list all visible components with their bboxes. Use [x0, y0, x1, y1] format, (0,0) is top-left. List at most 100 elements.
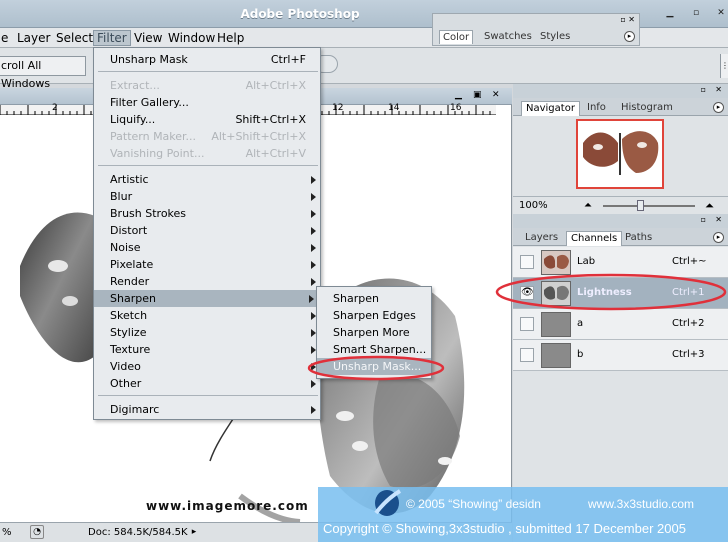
- submenu-item-sharpen[interactable]: Sharpen: [317, 290, 433, 307]
- menu-item-blur[interactable]: Blur: [94, 188, 322, 205]
- menu-item-label: Sharpen Edges: [333, 309, 416, 322]
- menu-item-extract: Extract... Alt+Ctrl+X: [94, 77, 322, 94]
- tab-navigator[interactable]: Navigator: [521, 101, 580, 116]
- tab-styles[interactable]: Styles: [537, 30, 573, 44]
- navigator-thumbnail[interactable]: [576, 119, 664, 189]
- channel-row-lightness[interactable]: 👁 Lightness Ctrl+1: [513, 278, 728, 309]
- eye-icon[interactable]: 👁: [520, 286, 534, 300]
- zoom-out-icon[interactable]: ⏶: [584, 200, 592, 211]
- channel-shortcut: Ctrl+3: [672, 349, 705, 360]
- menu-item-stylize[interactable]: Stylize: [94, 324, 322, 341]
- menu-item-label: Pixelate: [110, 258, 154, 271]
- menu-separator: [98, 165, 318, 166]
- menu-item-liquify[interactable]: Liquify... Shift+Ctrl+X: [94, 111, 322, 128]
- menu-item-sketch[interactable]: Sketch: [94, 307, 322, 324]
- menu-item-label: Stylize: [110, 326, 147, 339]
- tab-swatches[interactable]: Swatches: [481, 30, 535, 44]
- menu-item-label: Sharpen: [110, 292, 156, 305]
- channels-minimize-icon[interactable]: ▫: [701, 215, 706, 224]
- filter-menu: Unsharp Mask Ctrl+F Extract... Alt+Ctrl+X …: [93, 47, 321, 420]
- menu-item-pixelate[interactable]: Pixelate: [94, 256, 322, 273]
- menu-item-shortcut: Alt+Shift+Ctrl+X: [211, 130, 306, 143]
- menu-item-pattern-maker: Pattern Maker... Alt+Shift+Ctrl+X: [94, 128, 322, 145]
- submenu-item-sharpen-more[interactable]: Sharpen More: [317, 324, 433, 341]
- zoom-in-icon[interactable]: ⏶: [705, 199, 714, 213]
- doc-close-icon[interactable]: ✕: [492, 90, 500, 100]
- channel-thumbnail: [541, 281, 571, 306]
- submenu-item-unsharp-mask[interactable]: Unsharp Mask...: [317, 358, 431, 375]
- visibility-toggle[interactable]: [520, 348, 534, 362]
- menu-item-vanishing-point: Vanishing Point... Alt+Ctrl+V: [94, 145, 322, 162]
- menu-item-video[interactable]: Video: [94, 358, 322, 375]
- visibility-toggle[interactable]: [520, 317, 534, 331]
- menu-layer[interactable]: Layer: [14, 30, 53, 46]
- scroll-all-windows-button[interactable]: croll All Windows: [0, 56, 86, 90]
- submenu-arrow-icon: [311, 406, 316, 414]
- submenu-arrow-icon: [311, 227, 316, 235]
- zoom-value[interactable]: 100%: [519, 200, 548, 211]
- channel-thumbnail: [541, 250, 571, 275]
- tab-histogram[interactable]: Histogram: [617, 101, 677, 116]
- visibility-toggle[interactable]: [520, 255, 534, 269]
- menu-item-texture[interactable]: Texture: [94, 341, 322, 358]
- options-grip-icon[interactable]: ⋮: [720, 54, 728, 78]
- menu-item-brush-strokes[interactable]: Brush Strokes: [94, 205, 322, 222]
- status-zoom[interactable]: %: [2, 527, 12, 538]
- channels-tabs: Layers Channels Paths ▸: [513, 228, 728, 246]
- menu-window[interactable]: Window: [165, 30, 218, 46]
- menu-separator: [98, 71, 318, 72]
- close-button[interactable]: ✕: [714, 7, 728, 20]
- menu-item-label: Sketch: [110, 309, 148, 322]
- menu-item-digimarc[interactable]: Digimarc: [94, 401, 322, 418]
- menu-item-label: Unsharp Mask...: [333, 360, 422, 373]
- menu-item-noise[interactable]: Noise: [94, 239, 322, 256]
- studio-logo-icon: [374, 489, 402, 516]
- menu-filter[interactable]: Filter: [93, 30, 131, 46]
- tab-paths[interactable]: Paths: [621, 231, 656, 246]
- copyright-banner: © 2005 “Showing” desidn www.3x3studio.co…: [318, 487, 728, 542]
- submenu-arrow-icon: [311, 210, 316, 218]
- menu-item-shortcut: Shift+Ctrl+X: [235, 113, 306, 126]
- menu-item-sharpen[interactable]: Sharpen: [94, 290, 320, 307]
- submenu-item-smart-sharpen[interactable]: Smart Sharpen...: [317, 341, 433, 358]
- menu-item-render[interactable]: Render: [94, 273, 322, 290]
- menu-item-label: Vanishing Point...: [110, 147, 205, 160]
- zoom-slider-handle[interactable]: [637, 200, 644, 211]
- minimize-button[interactable]: ▁: [663, 7, 677, 20]
- menu-item-distort[interactable]: Distort: [94, 222, 322, 239]
- navigator-titlebar: ▫ ✕: [513, 84, 728, 98]
- channels-close-icon[interactable]: ✕: [715, 215, 722, 224]
- menu-item-last-filter[interactable]: Unsharp Mask Ctrl+F: [94, 51, 322, 68]
- submenu-item-sharpen-edges[interactable]: Sharpen Edges: [317, 307, 433, 324]
- navigator-minimize-icon[interactable]: ▫: [701, 85, 706, 94]
- palette-well-close-icon[interactable]: ▫ ✕: [620, 15, 635, 24]
- navigator-close-icon[interactable]: ✕: [715, 85, 722, 94]
- menu-item-artistic[interactable]: Artistic: [94, 171, 322, 188]
- menu-help[interactable]: Help: [214, 30, 247, 46]
- menu-item-shortcut: Alt+Ctrl+V: [245, 147, 306, 160]
- menu-item-other[interactable]: Other: [94, 375, 322, 392]
- ruler-label: 2: [52, 103, 58, 113]
- menu-select[interactable]: Select: [53, 30, 96, 46]
- channels-menu-icon[interactable]: ▸: [713, 232, 724, 243]
- zoom-slider-track[interactable]: [603, 205, 695, 207]
- menu-edit[interactable]: e: [0, 30, 11, 46]
- channel-row-a[interactable]: a Ctrl+2: [513, 309, 728, 340]
- status-arrow-icon[interactable]: ▸: [188, 525, 200, 539]
- tab-layers[interactable]: Layers: [521, 231, 562, 246]
- navigator-butterfly-icon: [583, 131, 659, 175]
- doc-minimize-icon[interactable]: ▁: [455, 90, 462, 100]
- maximize-button[interactable]: ▫: [689, 7, 703, 20]
- doc-maximize-icon[interactable]: ▣: [473, 90, 482, 100]
- navigator-menu-icon[interactable]: ▸: [713, 102, 724, 113]
- tab-color[interactable]: Color: [439, 30, 474, 44]
- status-info-icon[interactable]: ◔: [30, 525, 44, 539]
- tab-info[interactable]: Info: [583, 101, 610, 116]
- channel-row-b[interactable]: b Ctrl+3: [513, 340, 728, 371]
- channel-row-lab[interactable]: Lab Ctrl+~: [513, 247, 728, 278]
- menu-view[interactable]: View: [131, 30, 165, 46]
- tab-channels[interactable]: Channels: [566, 231, 623, 246]
- butterfly-thumb-icon: [544, 285, 569, 300]
- menu-item-filter-gallery[interactable]: Filter Gallery...: [94, 94, 322, 111]
- palette-well-menu-icon[interactable]: ▸: [624, 31, 635, 42]
